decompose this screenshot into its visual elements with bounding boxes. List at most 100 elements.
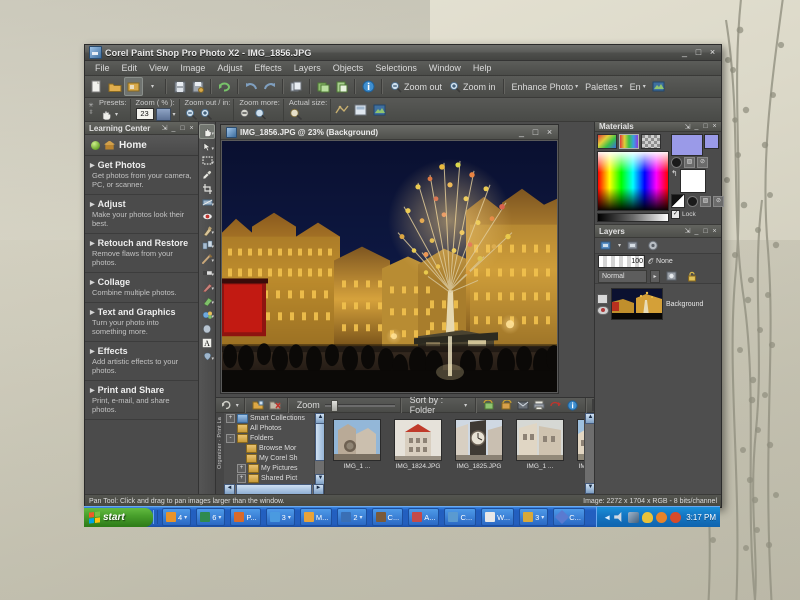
crop-tool[interactable]	[200, 182, 214, 195]
flood-fill-tool-arrow[interactable]: ▾	[211, 314, 214, 320]
layers-minimize[interactable]: _	[692, 228, 701, 235]
undo-icon[interactable]	[243, 78, 260, 95]
text-tool[interactable]: A	[200, 336, 214, 349]
task-caret-icon[interactable]: ▾	[218, 514, 221, 521]
tree-hscroll-thumb[interactable]	[236, 484, 312, 494]
tree-scroll-left-button[interactable]: ◄	[224, 484, 235, 494]
organizer-zoom-handle[interactable]	[330, 400, 338, 412]
tree-scroll-right-button[interactable]: ►	[313, 484, 324, 494]
en-button[interactable]: En ▾	[627, 82, 649, 92]
task-button[interactable]: 4 ▾	[162, 508, 192, 526]
image-window-close[interactable]: ×	[543, 127, 556, 138]
foreground-style-swatch[interactable]	[704, 134, 719, 149]
new-layer-dropdown-icon[interactable]: ▾	[618, 242, 621, 249]
menu-objects[interactable]: Objects	[327, 62, 370, 74]
task-button[interactable]: P...	[230, 508, 261, 526]
learning-center-close[interactable]: ×	[187, 125, 196, 132]
save-icon[interactable]	[171, 78, 188, 95]
tree-horizontal-scrollbar[interactable]: ◄ ►	[224, 484, 324, 494]
list-item[interactable]: IMG_1 ...	[331, 417, 383, 471]
image-preview-icon[interactable]	[650, 78, 667, 95]
reset-colors-icon[interactable]	[671, 194, 685, 208]
list-item[interactable]: IMG_1 ...	[514, 417, 566, 471]
layer-blend-mode[interactable]: Normal	[598, 269, 647, 283]
organizer-rotate-right-icon[interactable]	[499, 397, 514, 414]
grayscale-strip[interactable]	[597, 213, 669, 222]
straighten-tool-arrow[interactable]: ▾	[211, 202, 214, 208]
shield-icon[interactable]	[642, 511, 654, 523]
color-picker-wheel[interactable]	[597, 151, 669, 211]
task-caret-icon[interactable]: ▾	[360, 514, 363, 521]
layer-list[interactable]: Background	[595, 283, 721, 494]
organizer-rotate-left-icon[interactable]	[482, 397, 497, 414]
selection-tool[interactable]: ▾	[200, 154, 214, 167]
task-button[interactable]: 6 ▾	[196, 508, 226, 526]
foreground-null-button[interactable]: ⊘	[697, 157, 708, 168]
layers-close[interactable]: ×	[710, 228, 719, 235]
organizer-refresh-icon[interactable]	[219, 397, 234, 414]
task-button[interactable]: C...	[444, 508, 477, 526]
materials-maximize[interactable]: □	[701, 123, 710, 130]
layer-visibility-eye-icon[interactable]	[596, 305, 609, 315]
makeover-tool-arrow[interactable]: ▾	[211, 230, 214, 236]
lighten-darken-tool-arrow[interactable]: ▾	[211, 272, 214, 278]
background-color-button[interactable]	[687, 195, 698, 207]
layer-row-background[interactable]: Background	[596, 288, 719, 320]
background-null-button[interactable]: ⊘	[713, 195, 724, 207]
network-icon[interactable]	[628, 511, 640, 523]
tree-item-folders[interactable]: - Folders	[224, 433, 324, 443]
frame-tab[interactable]	[597, 134, 617, 149]
lock-checkbox[interactable]: ✓	[671, 210, 680, 219]
organizer-refresh-dropdown-icon[interactable]: ▾	[236, 402, 239, 409]
paint-brush-tool-arrow[interactable]: ▾	[211, 286, 214, 292]
menu-edit[interactable]: Edit	[116, 62, 144, 74]
organizer-side-tabs[interactable]: Organizer · Print La	[216, 413, 224, 494]
learning-center-pin-icon[interactable]: ⇲	[160, 124, 169, 132]
revert-icon[interactable]	[216, 78, 233, 95]
lc-item-get-photos[interactable]: ▶ Get Photos Get photos from your camera,…	[85, 156, 198, 195]
picture-tube-tool[interactable]	[200, 322, 214, 335]
tree-expander-2[interactable]: -	[226, 433, 235, 443]
swatches-tab[interactable]	[641, 134, 661, 149]
straighten-tool[interactable]: ▾	[200, 196, 214, 209]
home-icon[interactable]	[104, 140, 115, 150]
zoom-out-button[interactable]: Zoom out	[387, 81, 445, 93]
image-info-icon[interactable]	[371, 101, 388, 118]
new-icon[interactable]	[88, 78, 105, 95]
zoom-in-button[interactable]: Zoom in	[446, 81, 499, 93]
menu-file[interactable]: File	[89, 62, 116, 74]
filmstrip-scroll-down[interactable]: ▼	[585, 483, 594, 494]
tree-item-smart-collections[interactable]: + Smart Collections	[224, 413, 324, 423]
layer-blend-dropdown-icon[interactable]: ▸	[650, 269, 660, 283]
volume-icon[interactable]	[614, 512, 622, 522]
organizer-zoom-slider[interactable]	[324, 400, 395, 412]
lc-item-print-and-share[interactable]: ▶ Print and Share Print, e-mail, and shar…	[85, 381, 198, 420]
clone-brush-tool-arrow[interactable]: ▾	[211, 244, 214, 250]
menu-image[interactable]: Image	[174, 62, 211, 74]
actual-size-icon[interactable]	[289, 108, 303, 120]
task-button[interactable]: 3 ▾	[265, 508, 295, 526]
tree-item-my-corel-show[interactable]: My Corel Sh	[224, 453, 324, 463]
foreground-color-swatch[interactable]	[671, 134, 703, 156]
task-button[interactable]: W...	[481, 508, 515, 526]
filmstrip-scrollbar[interactable]: ▲ ▼	[584, 413, 594, 494]
red-eye-tool[interactable]	[200, 210, 214, 223]
menu-adjust[interactable]: Adjust	[211, 62, 248, 74]
organizer-tree[interactable]: + Smart Collections All Photos - Folders	[224, 413, 325, 494]
zoom-out-step-icon[interactable]	[185, 108, 198, 120]
background-gradient-button[interactable]: ▨	[700, 195, 711, 207]
foreground-color-button[interactable]	[671, 157, 682, 168]
layer-visibility-controls[interactable]	[596, 293, 609, 315]
menu-effects[interactable]: Effects	[248, 62, 287, 74]
task-caret-icon[interactable]: ▾	[184, 514, 187, 521]
image-window-minimize[interactable]: _	[515, 127, 528, 138]
materials-pin-icon[interactable]: ⇲	[683, 123, 692, 131]
photo-canvas[interactable]	[222, 141, 557, 392]
dropper-tool[interactable]	[200, 168, 214, 181]
swap-colors-icon[interactable]: ↰	[671, 169, 678, 178]
foreground-gradient-button[interactable]: ▨	[684, 157, 695, 168]
copy-icon[interactable]	[315, 78, 332, 95]
lc-item-retouch-and-restore[interactable]: ▶ Retouch and Restore Remove flaws from y…	[85, 234, 198, 273]
back-icon[interactable]	[91, 140, 100, 150]
lc-item-adjust[interactable]: ▶ Adjust Make your photos look their best…	[85, 195, 198, 234]
